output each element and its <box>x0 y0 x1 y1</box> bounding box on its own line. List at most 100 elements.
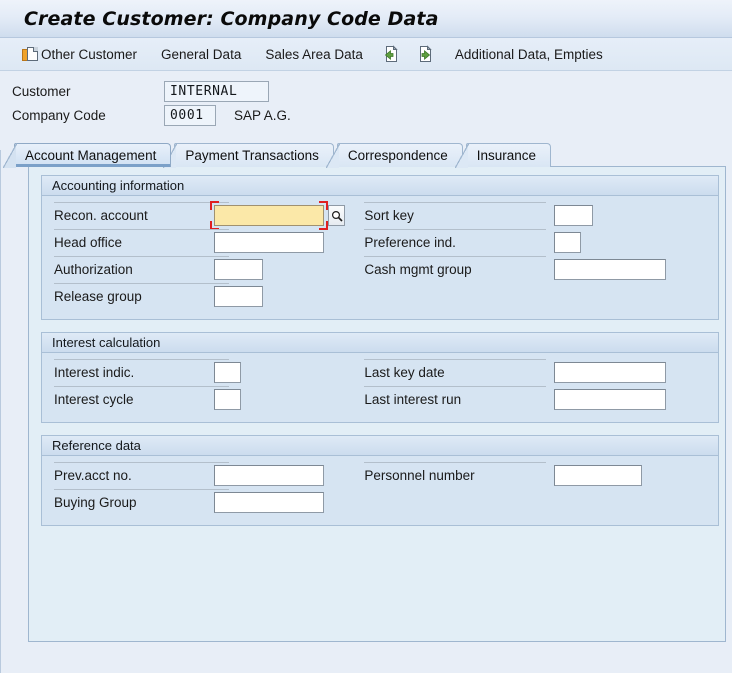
field-separator <box>54 386 229 387</box>
tab-insurance[interactable]: Insurance <box>454 143 552 168</box>
recon-account-input[interactable] <box>214 205 324 226</box>
group-header: Accounting information <box>42 176 718 196</box>
field-input-wrapper <box>214 232 324 253</box>
field-input-wrapper <box>214 362 241 383</box>
personnel-number-input[interactable] <box>554 465 643 486</box>
group-reference-data: Reference data Prev.acct no. Personnel num… <box>41 435 719 526</box>
other-customer-icon <box>22 46 39 62</box>
application-toolbar: Other Customer General Data Sales Area Dat… <box>0 38 732 71</box>
group-body: Prev.acct no. Personnel number Buying Grou… <box>42 456 718 525</box>
customer-value[interactable]: INTERNAL <box>164 80 269 102</box>
prev-acct-no-input[interactable] <box>214 465 324 486</box>
field-row: Interest indic. Last key date <box>42 359 718 386</box>
group-interest-calculation: Interest calculation Interest indic. Last … <box>41 332 719 423</box>
field-label: Sort key <box>364 208 414 223</box>
toolbar-button-document-previous[interactable] <box>377 40 405 68</box>
field-label: Prev.acct no. <box>54 468 132 483</box>
last-key-date-input[interactable] <box>554 362 667 383</box>
field-input-wrapper <box>214 286 263 307</box>
document-previous-icon <box>382 45 400 63</box>
field-input-wrapper <box>214 259 263 280</box>
toolbar-button-additional-data-empties[interactable]: Additional Data, Empties <box>445 40 611 68</box>
sort-key-input[interactable] <box>554 205 594 226</box>
release-group-input[interactable] <box>214 286 263 307</box>
buying-group-input[interactable] <box>214 492 324 513</box>
field-separator <box>364 359 547 360</box>
interest-indic-input[interactable] <box>214 362 241 383</box>
field-input-wrapper <box>554 205 594 226</box>
field-row: Recon. account Sort key <box>42 201 718 230</box>
toolbar-button-label: Additional Data, Empties <box>454 46 603 62</box>
toolbar-button-sales-area-data[interactable]: Sales Area Data <box>255 40 371 68</box>
toolbar-button-label: General Data <box>161 46 242 62</box>
toolbar-button-other-customer[interactable]: Other Customer <box>14 40 145 68</box>
customer-row: Customer INTERNAL <box>12 79 732 103</box>
cash-mgmt-group-input[interactable] <box>554 259 667 280</box>
group-accounting-information: Accounting information Recon. account Sort… <box>41 175 719 320</box>
field-cell-empty <box>356 283 718 310</box>
field-label: Release group <box>54 289 142 304</box>
field-input-wrapper <box>214 465 324 486</box>
tab-payment-transactions[interactable]: Payment Transactions <box>163 143 334 168</box>
field-last-interest-run: Last interest run <box>356 386 718 413</box>
field-separator <box>364 462 547 463</box>
tab-content-panel: Accounting information Recon. account Sort… <box>28 166 726 642</box>
field-cash-mgmt-group: Cash mgmt group <box>356 256 718 283</box>
toolbar-button-document-next[interactable] <box>411 40 439 68</box>
field-personnel-number: Personnel number <box>356 462 718 489</box>
preference-ind-input[interactable] <box>554 232 582 253</box>
window-left-border <box>0 150 1 673</box>
field-recon-account: Recon. account <box>42 201 356 230</box>
tab-area: Account Management Payment Transactions Co… <box>0 143 732 642</box>
field-row: Interest cycle Last interest run <box>42 386 718 413</box>
field-label: Recon. account <box>54 208 148 223</box>
field-head-office: Head office <box>42 229 356 256</box>
field-row: Release group <box>42 283 718 310</box>
field-input-wrapper <box>554 362 667 383</box>
group-title: Reference data <box>52 438 141 453</box>
field-row: Prev.acct no. Personnel number <box>42 462 718 489</box>
field-input-wrapper <box>214 492 324 513</box>
magnifier-icon <box>331 210 343 222</box>
field-row: Head office Preference ind. <box>42 229 718 256</box>
window-title-bar: Create Customer: Company Code Data <box>0 0 732 38</box>
group-title: Interest calculation <box>52 335 161 350</box>
tab-account-management[interactable]: Account Management <box>2 143 172 168</box>
field-preference-ind: Preference ind. <box>356 229 718 256</box>
field-separator <box>54 256 229 257</box>
field-input-wrapper <box>554 465 643 486</box>
field-label: Interest indic. <box>54 365 135 380</box>
toolbar-button-general-data[interactable]: General Data <box>151 40 249 68</box>
field-input-wrapper <box>554 259 667 280</box>
tab-correspondence[interactable]: Correspondence <box>325 143 463 168</box>
field-input-wrapper <box>554 232 582 253</box>
group-header: Reference data <box>42 436 718 456</box>
field-label: Interest cycle <box>54 392 134 407</box>
field-label: Authorization <box>54 262 133 277</box>
field-row: Buying Group <box>42 489 718 516</box>
field-row: Authorization Cash mgmt group <box>42 256 718 283</box>
key-field-area: Customer INTERNAL Company Code 0001 SAP … <box>0 71 732 133</box>
field-input-wrapper <box>210 201 328 230</box>
field-separator <box>54 489 229 490</box>
field-separator <box>364 229 547 230</box>
field-input-wrapper <box>214 389 241 410</box>
company-code-row: Company Code 0001 SAP A.G. <box>12 103 732 127</box>
document-next-icon <box>416 45 434 63</box>
search-help-button[interactable] <box>328 205 345 226</box>
authorization-input[interactable] <box>214 259 263 280</box>
field-label: Cash mgmt group <box>364 262 472 277</box>
tab-label: Account Management <box>25 148 157 163</box>
company-code-value[interactable]: 0001 <box>164 104 216 126</box>
last-interest-run-input[interactable] <box>554 389 667 410</box>
tab-label: Insurance <box>476 148 537 163</box>
field-separator <box>364 256 547 257</box>
interest-cycle-input[interactable] <box>214 389 241 410</box>
group-body: Recon. account Sort key Head office Prefere… <box>42 196 718 319</box>
group-title: Accounting information <box>52 178 185 193</box>
head-office-input[interactable] <box>214 232 324 253</box>
field-label: Buying Group <box>54 495 137 510</box>
field-label: Personnel number <box>364 468 475 483</box>
field-interest-cycle: Interest cycle <box>42 386 356 413</box>
field-interest-indic: Interest indic. <box>42 359 356 386</box>
